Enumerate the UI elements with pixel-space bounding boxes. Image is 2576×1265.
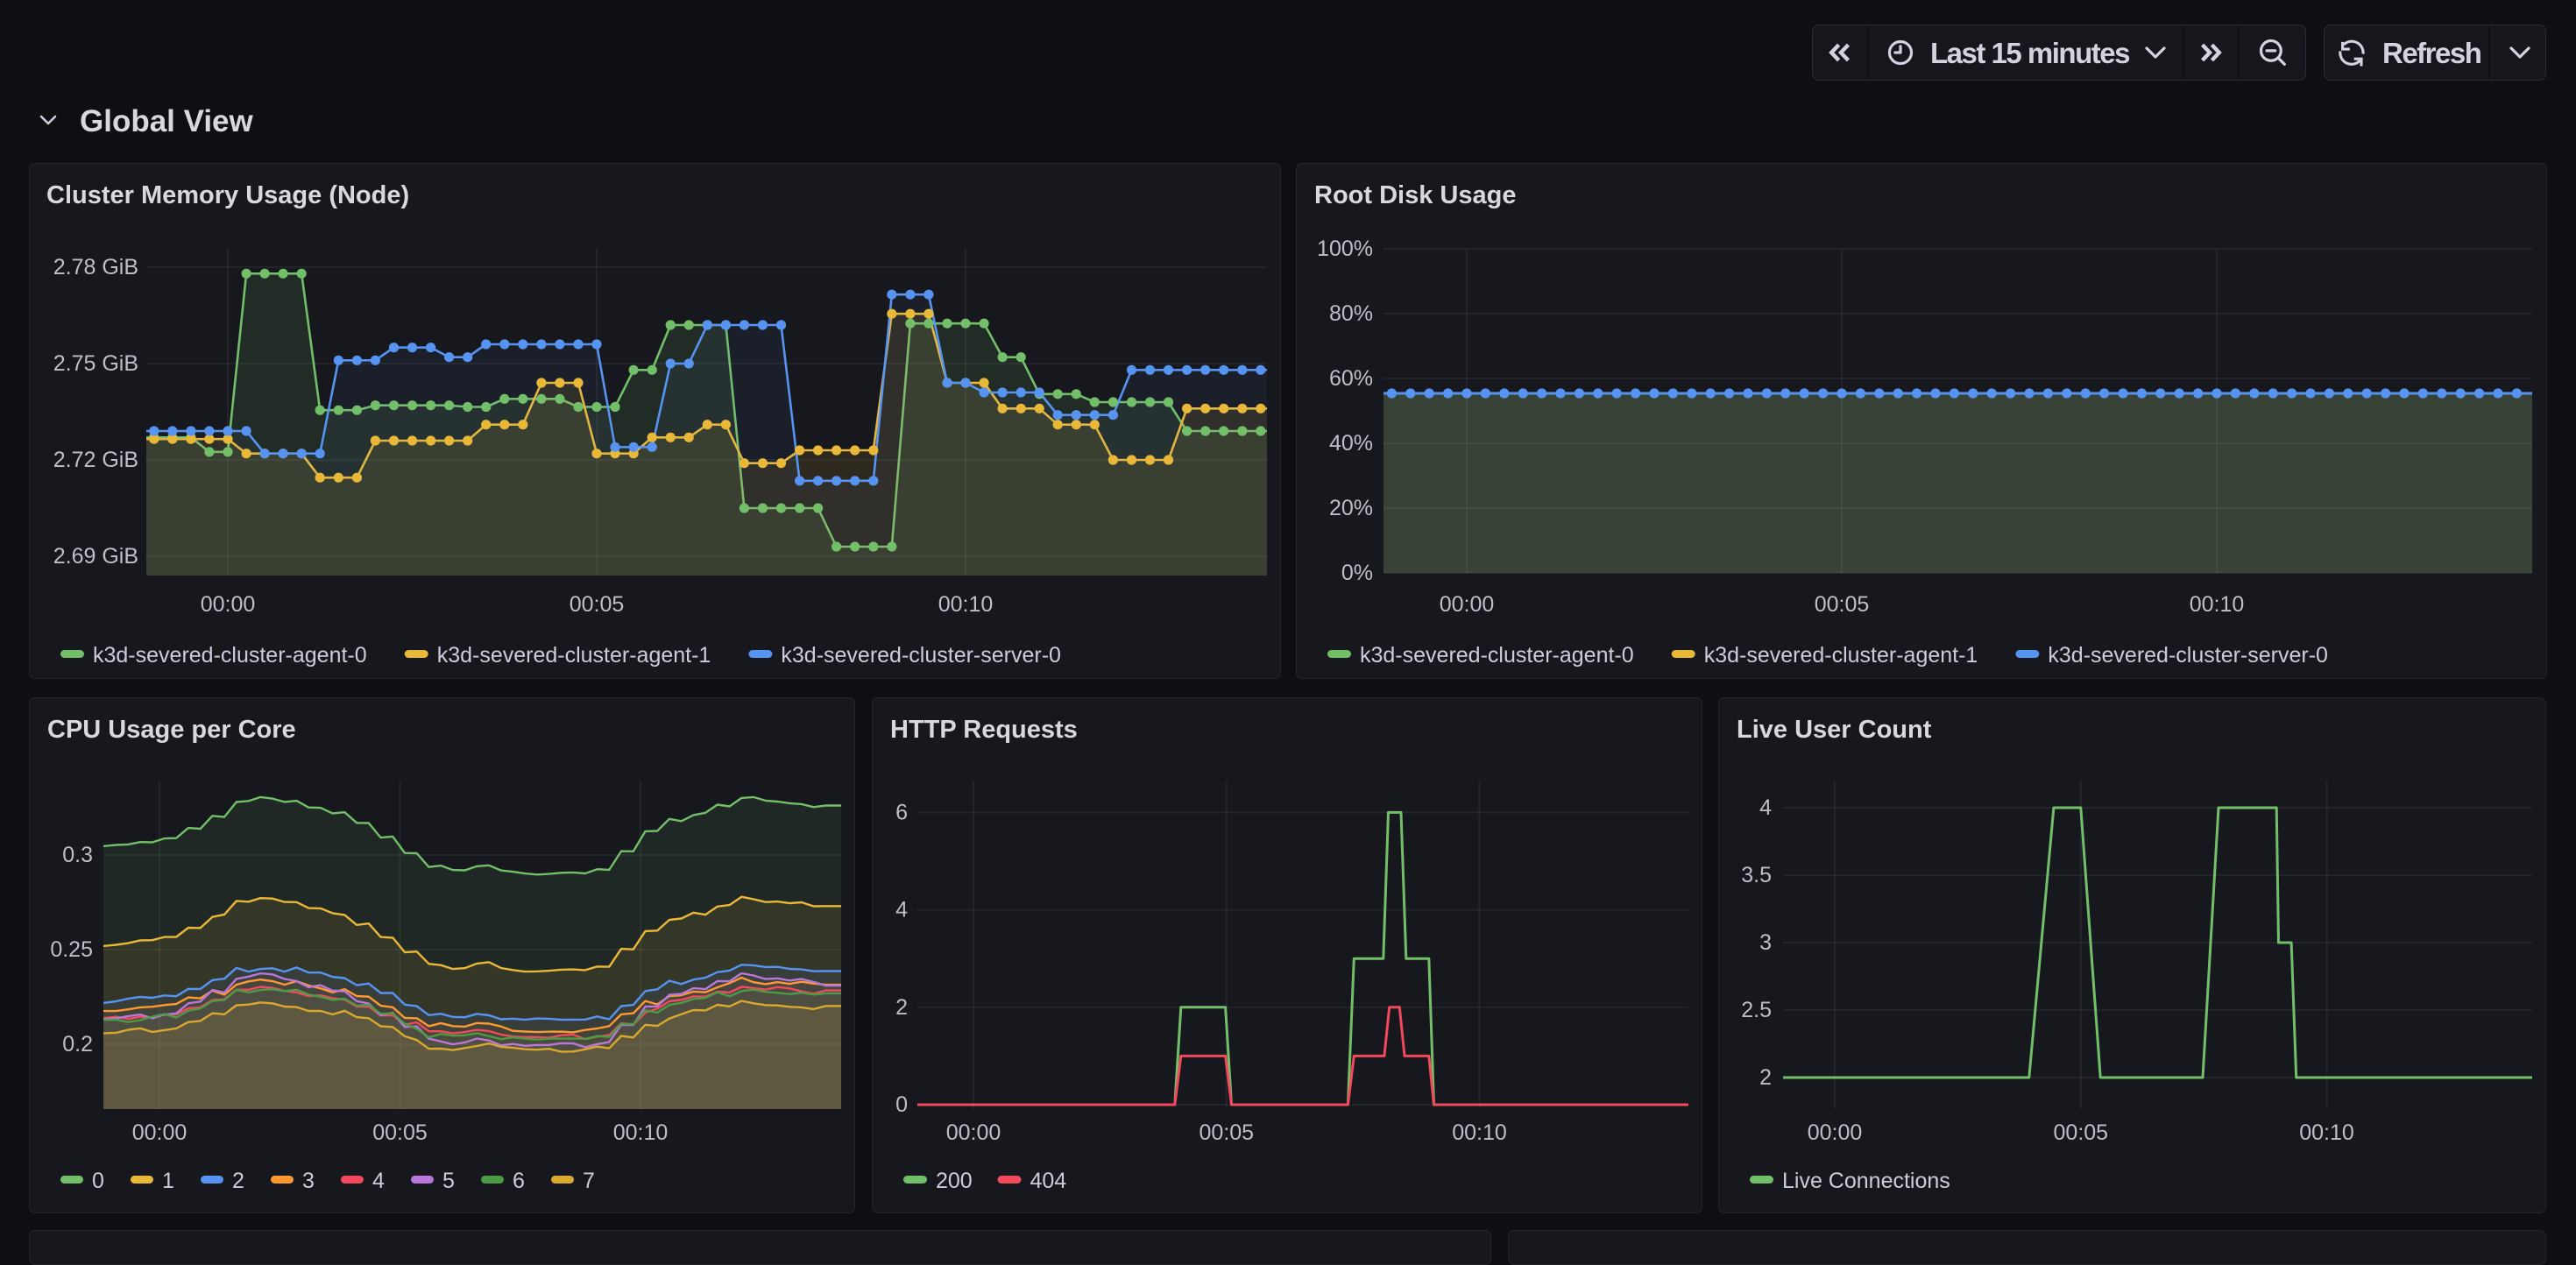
svg-text:00:00: 00:00 — [946, 1120, 1001, 1145]
svg-text:00:00: 00:00 — [132, 1120, 188, 1145]
svg-text:k3d-severed-cluster-server-0: k3d-severed-cluster-server-0 — [2048, 643, 2328, 668]
svg-text:1: 1 — [162, 1169, 174, 1193]
svg-text:k3d-severed-cluster-server-0: k3d-severed-cluster-server-0 — [781, 643, 1061, 668]
svg-text:2.78 GiB: 2.78 GiB — [53, 255, 138, 279]
svg-text:6: 6 — [895, 800, 908, 824]
svg-text:3: 3 — [1759, 930, 1772, 955]
svg-text:k3d-severed-cluster-agent-0: k3d-severed-cluster-agent-0 — [1360, 643, 1634, 668]
svg-text:k3d-severed-cluster-agent-1: k3d-severed-cluster-agent-1 — [437, 643, 711, 668]
svg-text:0: 0 — [895, 1092, 908, 1117]
svg-text:00:05: 00:05 — [372, 1120, 428, 1145]
svg-text:Root Disk Usage: Root Disk Usage — [1314, 181, 1516, 209]
svg-text:0.3: 0.3 — [62, 843, 93, 867]
svg-text:2.5: 2.5 — [1741, 998, 1772, 1022]
svg-text:CPU Usage per Core: CPU Usage per Core — [47, 716, 296, 744]
svg-text:k3d-severed-cluster-agent-1: k3d-severed-cluster-agent-1 — [1704, 643, 1978, 668]
svg-text:100%: 100% — [1317, 237, 1373, 261]
svg-text:404: 404 — [1030, 1169, 1067, 1193]
svg-text:00:10: 00:10 — [2299, 1120, 2354, 1145]
svg-text:4: 4 — [372, 1169, 385, 1193]
svg-text:6: 6 — [513, 1169, 525, 1193]
svg-text:00:05: 00:05 — [570, 592, 625, 617]
svg-text:00:05: 00:05 — [1200, 1120, 1255, 1145]
svg-text:2.75 GiB: 2.75 GiB — [53, 351, 138, 376]
svg-text:60%: 60% — [1329, 366, 1373, 391]
svg-text:00:10: 00:10 — [1452, 1120, 1507, 1145]
svg-text:2: 2 — [895, 995, 908, 1020]
svg-text:00:05: 00:05 — [1815, 592, 1870, 617]
svg-text:7: 7 — [583, 1169, 595, 1193]
svg-text:00:10: 00:10 — [613, 1120, 669, 1145]
svg-text:0.25: 0.25 — [50, 937, 93, 962]
svg-text:00:05: 00:05 — [2054, 1120, 2109, 1145]
svg-text:k3d-severed-cluster-agent-0: k3d-severed-cluster-agent-0 — [93, 643, 367, 668]
svg-text:00:10: 00:10 — [2190, 592, 2245, 617]
svg-text:Cluster Memory Usage (Node): Cluster Memory Usage (Node) — [46, 181, 409, 209]
svg-text:40%: 40% — [1329, 431, 1373, 456]
svg-text:80%: 80% — [1329, 301, 1373, 326]
svg-text:4: 4 — [1759, 795, 1772, 820]
svg-text:2.69 GiB: 2.69 GiB — [53, 544, 138, 569]
svg-text:0.2: 0.2 — [62, 1032, 93, 1057]
svg-text:2.72 GiB: 2.72 GiB — [53, 448, 138, 472]
svg-text:5: 5 — [442, 1169, 455, 1193]
svg-text:200: 200 — [936, 1169, 973, 1193]
svg-text:4: 4 — [895, 898, 908, 922]
svg-text:00:10: 00:10 — [938, 592, 994, 617]
svg-text:2: 2 — [232, 1169, 244, 1193]
svg-text:00:00: 00:00 — [1440, 592, 1495, 617]
svg-text:2: 2 — [1759, 1065, 1772, 1090]
svg-text:0%: 0% — [1341, 561, 1373, 585]
svg-text:0: 0 — [92, 1169, 104, 1193]
svg-text:20%: 20% — [1329, 496, 1373, 520]
svg-text:Live Connections: Live Connections — [1782, 1169, 1950, 1193]
svg-text:HTTP Requests: HTTP Requests — [890, 716, 1078, 744]
svg-text:Live User Count: Live User Count — [1737, 716, 1932, 744]
svg-text:00:00: 00:00 — [201, 592, 256, 617]
svg-text:3: 3 — [302, 1169, 315, 1193]
svg-text:3.5: 3.5 — [1741, 863, 1772, 887]
svg-text:00:00: 00:00 — [1808, 1120, 1863, 1145]
